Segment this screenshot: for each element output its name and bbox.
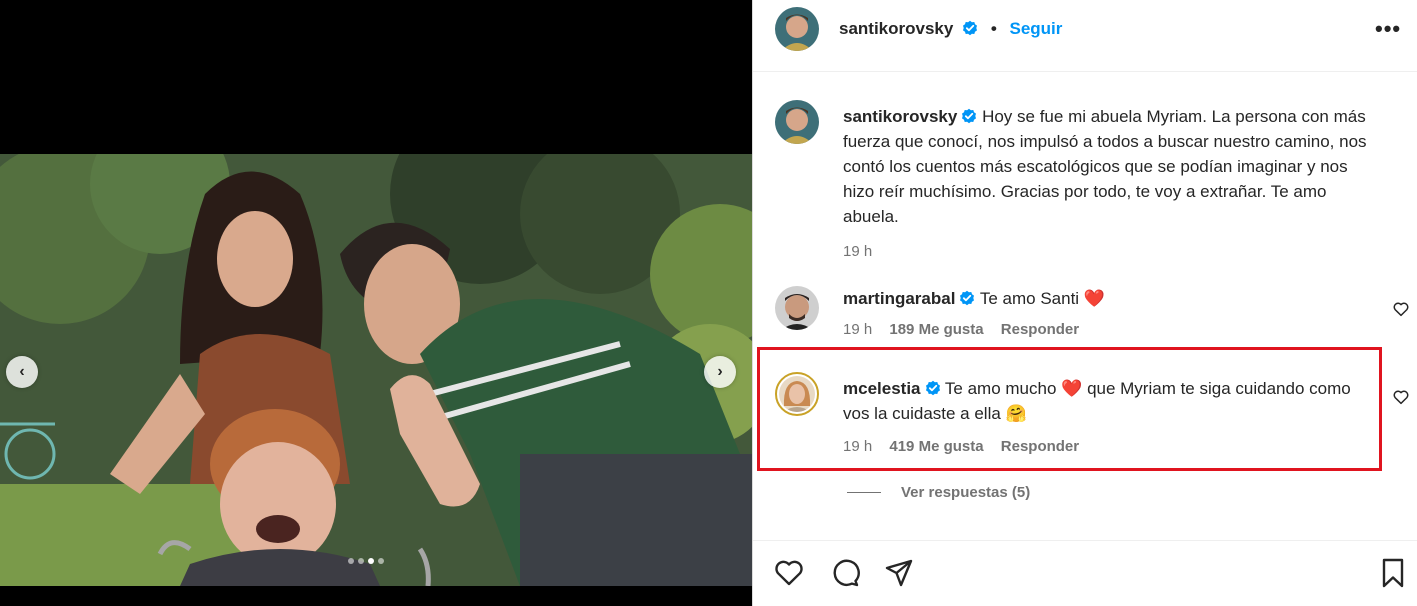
carousel-dot — [348, 558, 354, 564]
avatar[interactable] — [775, 286, 819, 330]
more-options-icon[interactable]: ••• — [1375, 16, 1401, 42]
like-comment-heart-icon[interactable] — [1392, 300, 1410, 318]
post-side-panel: santikorovsky • Seguir ••• santikorovsky… — [752, 0, 1417, 606]
replies-divider — [847, 492, 881, 493]
avatar[interactable] — [775, 7, 819, 51]
comment-body: martingarabal Te amo Santi ❤️ 19 h 189 M… — [843, 286, 1373, 342]
avatar[interactable] — [775, 100, 819, 144]
header-username[interactable]: santikorovsky — [839, 19, 953, 38]
comment-meta: 19 h 189 Me gusta Responder — [843, 317, 1373, 342]
post-photo[interactable] — [0, 154, 752, 586]
comment-icon[interactable] — [829, 557, 861, 589]
avatar-image — [775, 100, 819, 144]
carousel-indicator — [348, 558, 384, 564]
post-header: santikorovsky • Seguir ••• — [753, 0, 1417, 72]
share-icon[interactable] — [883, 557, 915, 589]
comment-text: martingarabal Te amo Santi ❤️ — [843, 286, 1373, 311]
reply-button[interactable]: Responder — [1001, 321, 1079, 338]
verified-badge-icon — [960, 290, 975, 306]
like-comment-heart-icon[interactable] — [1392, 388, 1410, 406]
caption-meta: 19 h — [843, 239, 1373, 264]
header-separator: • — [990, 19, 997, 38]
photo-illustration — [0, 154, 752, 586]
header-user-line: santikorovsky • Seguir — [839, 19, 1062, 39]
verified-badge-icon — [962, 108, 977, 124]
post-media: ‹ › — [0, 0, 752, 606]
carousel-dot — [358, 558, 364, 564]
comment-time[interactable]: 19 h — [843, 321, 872, 338]
caption-time[interactable]: 19 h — [843, 243, 872, 260]
caption-body: santikorovsky Hoy se fue mi abuela Myria… — [843, 104, 1373, 264]
follow-button[interactable]: Seguir — [1010, 19, 1063, 38]
heart-emoji: ❤️ — [1083, 289, 1105, 308]
view-replies-label: Ver respuestas (5) — [901, 484, 1031, 501]
carousel-dot — [378, 558, 384, 564]
bookmark-icon[interactable] — [1377, 557, 1409, 589]
comment-likes[interactable]: 189 Me gusta — [889, 321, 983, 338]
comment-username[interactable]: martingarabal — [843, 289, 955, 308]
highlight-annotation-box — [757, 347, 1382, 471]
avatar-image — [775, 286, 819, 330]
caption-username[interactable]: santikorovsky — [843, 107, 957, 126]
comment-content: Te amo Santi — [979, 289, 1080, 308]
avatar-image — [775, 7, 819, 51]
carousel-prev-button[interactable]: ‹ — [6, 356, 38, 388]
heart-icon[interactable] — [773, 557, 805, 589]
carousel-next-button[interactable]: › — [704, 356, 736, 388]
verified-badge-icon — [963, 20, 978, 36]
action-bar — [753, 540, 1417, 606]
carousel-dot — [368, 558, 374, 564]
view-replies-button[interactable]: Ver respuestas (5) — [847, 484, 1030, 501]
caption-text: santikorovsky Hoy se fue mi abuela Myria… — [843, 104, 1373, 229]
